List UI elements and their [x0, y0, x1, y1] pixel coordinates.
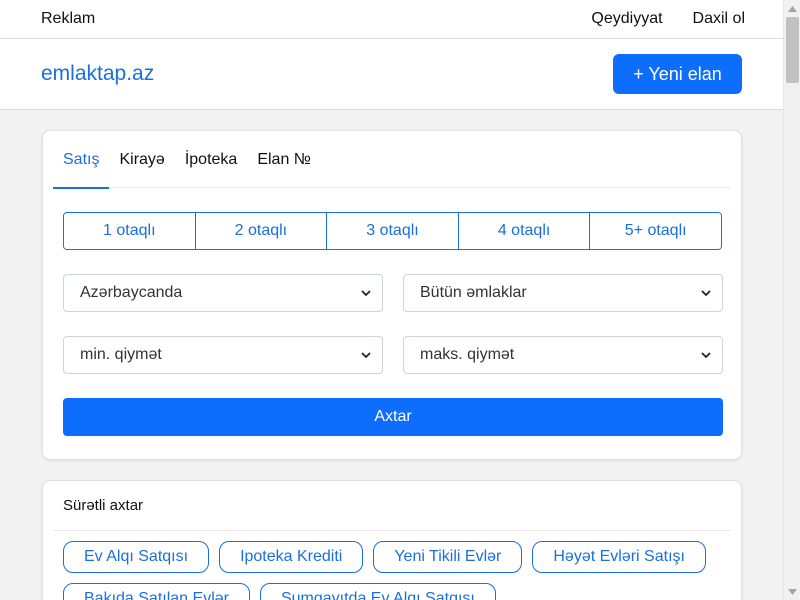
- quick-chip[interactable]: Yeni Tikili Evlər: [373, 541, 523, 573]
- scroll-down-arrow-icon[interactable]: [784, 583, 800, 600]
- chevron-down-icon: [361, 290, 371, 297]
- search-tabs: Satış Kirayə İpoteka Elan №: [53, 131, 731, 189]
- quick-chip[interactable]: Sumqayıtda Ev Alqı Satqısı: [259, 583, 496, 600]
- min-price-select-value: min. qiymət: [80, 346, 162, 363]
- login-link[interactable]: Daxil ol: [693, 10, 745, 28]
- room-option-1[interactable]: 1 otaqlı: [64, 213, 196, 249]
- register-link[interactable]: Qeydiyyat: [591, 10, 662, 28]
- room-option-5-plus[interactable]: 5+ otaqlı: [590, 213, 721, 249]
- tab-rent[interactable]: Kirayə: [109, 131, 174, 188]
- location-select[interactable]: Azərbaycanda: [63, 274, 383, 312]
- quick-search-title: Sürətli axtar: [53, 481, 731, 531]
- top-bar: Reklam Qeydiyyat Daxil ol: [0, 0, 783, 39]
- scrollbar-thumb[interactable]: [786, 17, 799, 83]
- quick-search-chips: Ev Alqı Satqısı Ipoteka Krediti Yeni Tik…: [63, 541, 731, 600]
- max-price-select[interactable]: maks. qiymət: [403, 336, 723, 374]
- property-type-select[interactable]: Bütün əmlaklar: [403, 274, 723, 312]
- room-option-2[interactable]: 2 otaqlı: [195, 213, 328, 249]
- site-logo[interactable]: emlaktap.az: [41, 62, 154, 86]
- quick-chip[interactable]: Ipoteka Krediti: [219, 541, 364, 573]
- vertical-scrollbar[interactable]: [783, 0, 800, 600]
- chevron-down-icon: [361, 352, 371, 359]
- quick-chip[interactable]: Bakıda Satılan Evlər: [63, 583, 250, 600]
- min-price-select[interactable]: min. qiymət: [63, 336, 383, 374]
- new-ad-button[interactable]: + Yeni elan: [613, 54, 742, 94]
- chevron-down-icon: [701, 352, 711, 359]
- quick-chip[interactable]: Ev Alqı Satqısı: [63, 541, 210, 573]
- scroll-up-arrow-icon[interactable]: [784, 0, 800, 17]
- chevron-down-icon: [701, 290, 711, 297]
- quick-chip[interactable]: Həyət Evləri Satışı: [532, 541, 706, 573]
- room-count-group: 1 otaqlı 2 otaqlı 3 otaqlı 4 otaqlı 5+ o…: [63, 212, 722, 250]
- search-button[interactable]: Axtar: [63, 398, 723, 436]
- page: Reklam Qeydiyyat Daxil ol emlaktap.az + …: [0, 0, 783, 600]
- location-select-value: Azərbaycanda: [80, 284, 183, 301]
- max-price-select-value: maks. qiymət: [420, 346, 515, 363]
- room-option-3[interactable]: 3 otaqlı: [327, 213, 459, 249]
- search-panel: Satış Kirayə İpoteka Elan № 1 otaqlı 2 o…: [42, 130, 742, 460]
- tab-ad-number[interactable]: Elan №: [247, 131, 321, 188]
- site-header: emlaktap.az + Yeni elan: [0, 39, 783, 110]
- ads-link[interactable]: Reklam: [41, 10, 95, 28]
- quick-search-panel: Sürətli axtar Ev Alqı Satqısı Ipoteka Kr…: [42, 480, 742, 600]
- tab-sale[interactable]: Satış: [53, 131, 110, 189]
- property-type-select-value: Bütün əmlaklar: [420, 284, 527, 301]
- room-option-4[interactable]: 4 otaqlı: [458, 213, 591, 249]
- tab-mortgage[interactable]: İpoteka: [175, 131, 247, 188]
